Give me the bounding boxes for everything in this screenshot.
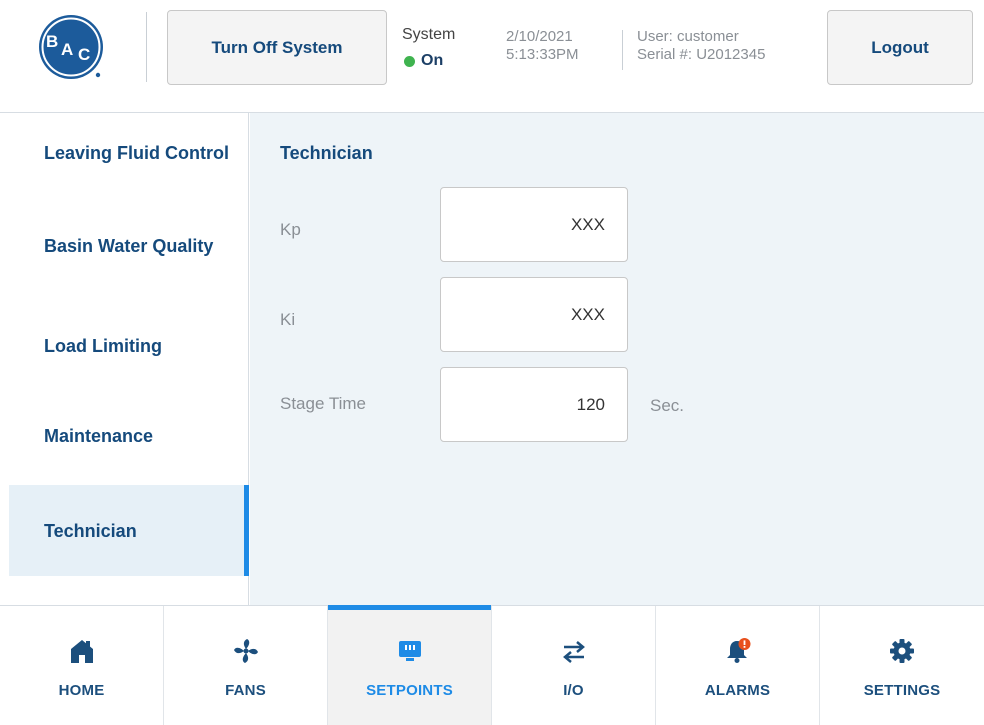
ki-label: Ki — [280, 310, 296, 329]
serial-text: Serial #: U2012345 — [637, 46, 766, 63]
alarm-bell-icon — [725, 638, 751, 664]
system-status-text: On — [421, 52, 444, 69]
sidebar-item-basin-water-quality[interactable]: Basin Water Quality — [9, 213, 249, 278]
svg-text:B: B — [46, 32, 58, 51]
nav-io-label: I/O — [563, 682, 584, 699]
system-status: On — [404, 52, 443, 70]
home-icon — [69, 638, 95, 664]
stage-time-input[interactable]: 120 — [440, 367, 628, 442]
sidebar-item-leaving-fluid-control[interactable]: Leaving Fluid Control — [9, 123, 249, 183]
top-header: B A C Turn Off System System On 2/10/202… — [0, 0, 984, 113]
sidebar-item-maintenance[interactable]: Maintenance — [9, 403, 249, 468]
ki-input[interactable]: XXX — [440, 277, 628, 352]
bottom-nav: HOME FANS SETPOINTS I/O ALARMS SETTINGS — [0, 605, 984, 725]
header-divider — [146, 12, 147, 82]
nav-alarms-label: ALARMS — [704, 682, 771, 699]
svg-text:A: A — [61, 40, 73, 59]
nav-fans-label: FANS — [225, 682, 266, 699]
turn-off-system-button[interactable]: Turn Off System — [167, 10, 387, 85]
nav-settings[interactable]: SETTINGS — [820, 606, 984, 725]
time-text: 5:13:33PM — [506, 46, 579, 63]
bac-logo: B A C — [27, 13, 115, 81]
page-title: Technician — [280, 143, 373, 163]
gear-icon — [889, 638, 915, 664]
nav-home-label: HOME — [58, 682, 105, 699]
stage-time-unit: Sec. — [650, 396, 685, 415]
setpoints-sidebar: Leaving Fluid Control Basin Water Qualit… — [0, 113, 249, 605]
nav-setpoints[interactable]: SETPOINTS — [328, 605, 492, 725]
nav-setpoints-label: SETPOINTS — [366, 682, 453, 699]
kp-label: Kp — [280, 220, 301, 239]
sidebar-item-load-limiting[interactable]: Load Limiting — [9, 313, 249, 378]
stage-time-label: Stage Time — [280, 394, 366, 413]
nav-home[interactable]: HOME — [0, 606, 164, 725]
user-info: User: customer Serial #: U2012345 — [637, 28, 765, 64]
fan-icon — [233, 638, 259, 664]
user-text: User: customer — [637, 28, 739, 45]
sidebar-item-technician[interactable]: Technician — [9, 485, 249, 576]
info-divider — [622, 30, 623, 70]
nav-io[interactable]: I/O — [492, 606, 656, 725]
nav-alarms[interactable]: ALARMS — [656, 606, 820, 725]
status-on-dot-icon — [404, 55, 415, 67]
system-label: System — [402, 26, 456, 43]
io-arrows-icon — [561, 638, 587, 664]
date-text: 2/10/2021 — [506, 28, 573, 45]
svg-text:C: C — [78, 45, 90, 64]
technician-panel: Technician Kp XXX Ki XXX Stage Time 120 … — [250, 113, 984, 605]
nav-settings-label: SETTINGS — [863, 682, 941, 699]
kp-input[interactable]: XXX — [440, 187, 628, 262]
setpoints-icon — [397, 638, 423, 664]
nav-fans[interactable]: FANS — [164, 606, 328, 725]
datetime: 2/10/2021 5:13:33PM — [506, 28, 579, 64]
logout-button[interactable]: Logout — [827, 10, 973, 85]
